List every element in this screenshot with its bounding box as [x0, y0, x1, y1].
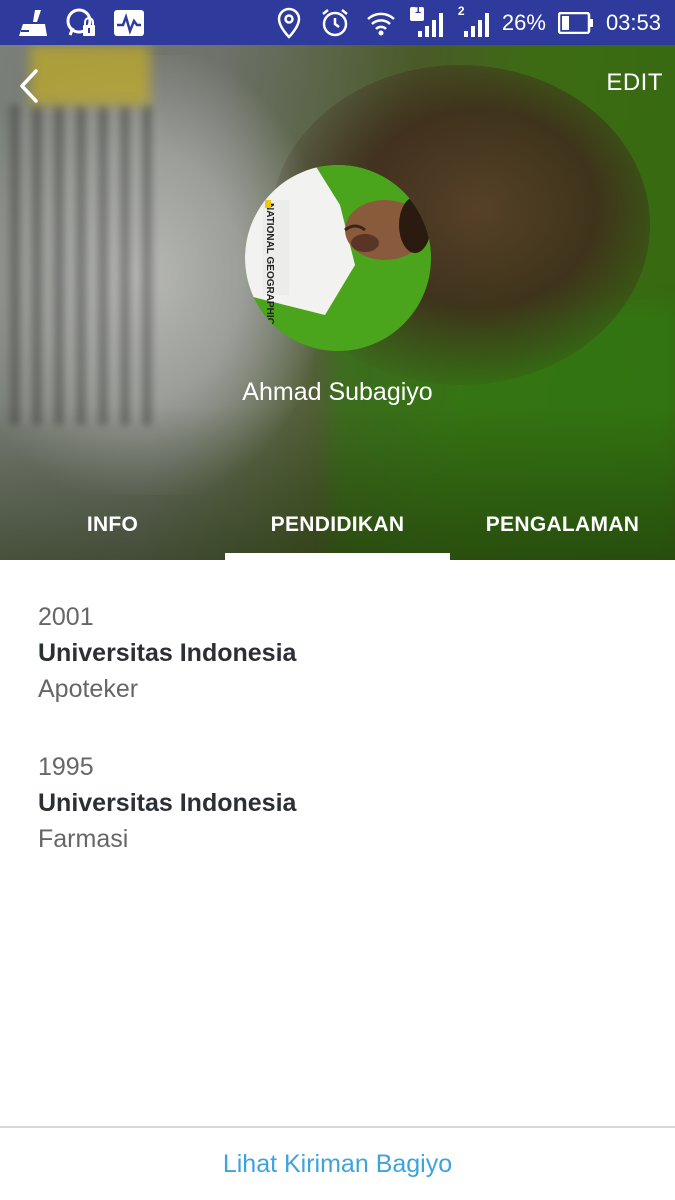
- education-school: Universitas Indonesia: [38, 639, 297, 667]
- tab-pendidikan[interactable]: PENDIDIKAN: [225, 490, 450, 560]
- back-button[interactable]: [14, 67, 48, 105]
- alarm-icon: [318, 6, 352, 40]
- profile-tabs: INFO PENDIDIKAN PENGALAMAN: [0, 490, 675, 560]
- cleaner-icon: [16, 6, 50, 40]
- battery-percent: 26%: [501, 9, 546, 35]
- education-year: 2001: [38, 603, 94, 631]
- location-icon: [272, 6, 306, 40]
- clock: 03:53: [605, 9, 661, 35]
- sim2-badge: 2: [457, 3, 465, 18]
- status-bar: 1 2 26% 03:53: [0, 0, 675, 45]
- status-bar-left: [16, 6, 146, 40]
- battery-icon: [557, 6, 594, 40]
- tab-label: PENDIDIKAN: [270, 513, 405, 536]
- education-entry: 1995 Universitas Indonesia Farmasi: [38, 750, 638, 856]
- profile-name: Ahmad Subagiyo: [242, 378, 433, 406]
- avatar[interactable]: NATIONAL GEOGRAPHIC APOTEKER: [245, 165, 431, 351]
- header-background-blur: [30, 45, 150, 105]
- tab-pengalaman[interactable]: PENGALAMAN: [450, 490, 675, 560]
- chevron-left-icon: [20, 69, 38, 103]
- education-list: 2001 Universitas Indonesia Apoteker 1995…: [38, 600, 638, 900]
- avatar-photo: NATIONAL GEOGRAPHIC APOTEKER: [245, 165, 431, 351]
- education-school: Universitas Indonesia: [38, 789, 297, 817]
- footer-bar: Lihat Kiriman Bagiyo: [0, 1126, 675, 1200]
- signal-sim2-icon: 2: [456, 3, 490, 40]
- profile-header: EDIT NATIONAL GEOGRAPHIC APOTEKER Ahmad …: [0, 45, 675, 560]
- edit-button[interactable]: EDIT: [606, 69, 663, 97]
- pulse-icon: [112, 6, 146, 40]
- education-entry: 2001 Universitas Indonesia Apoteker: [38, 600, 638, 706]
- sim1-badge: 1: [414, 3, 422, 16]
- signal-sim1-icon: 1: [409, 3, 444, 40]
- tab-label: INFO: [86, 513, 139, 536]
- education-year: 1995: [38, 753, 94, 781]
- status-bar-right: 1 2 26% 03:53: [272, 3, 661, 40]
- whatsapp-lock-icon: [64, 6, 98, 40]
- header-background-blur: [10, 105, 160, 425]
- tab-label: PENGALAMAN: [485, 513, 640, 536]
- education-degree: Farmasi: [38, 825, 129, 853]
- wifi-icon: [364, 6, 398, 40]
- education-degree: Apoteker: [38, 675, 139, 703]
- tab-info[interactable]: INFO: [0, 490, 225, 560]
- view-posts-link[interactable]: Lihat Kiriman Bagiyo: [223, 1150, 452, 1179]
